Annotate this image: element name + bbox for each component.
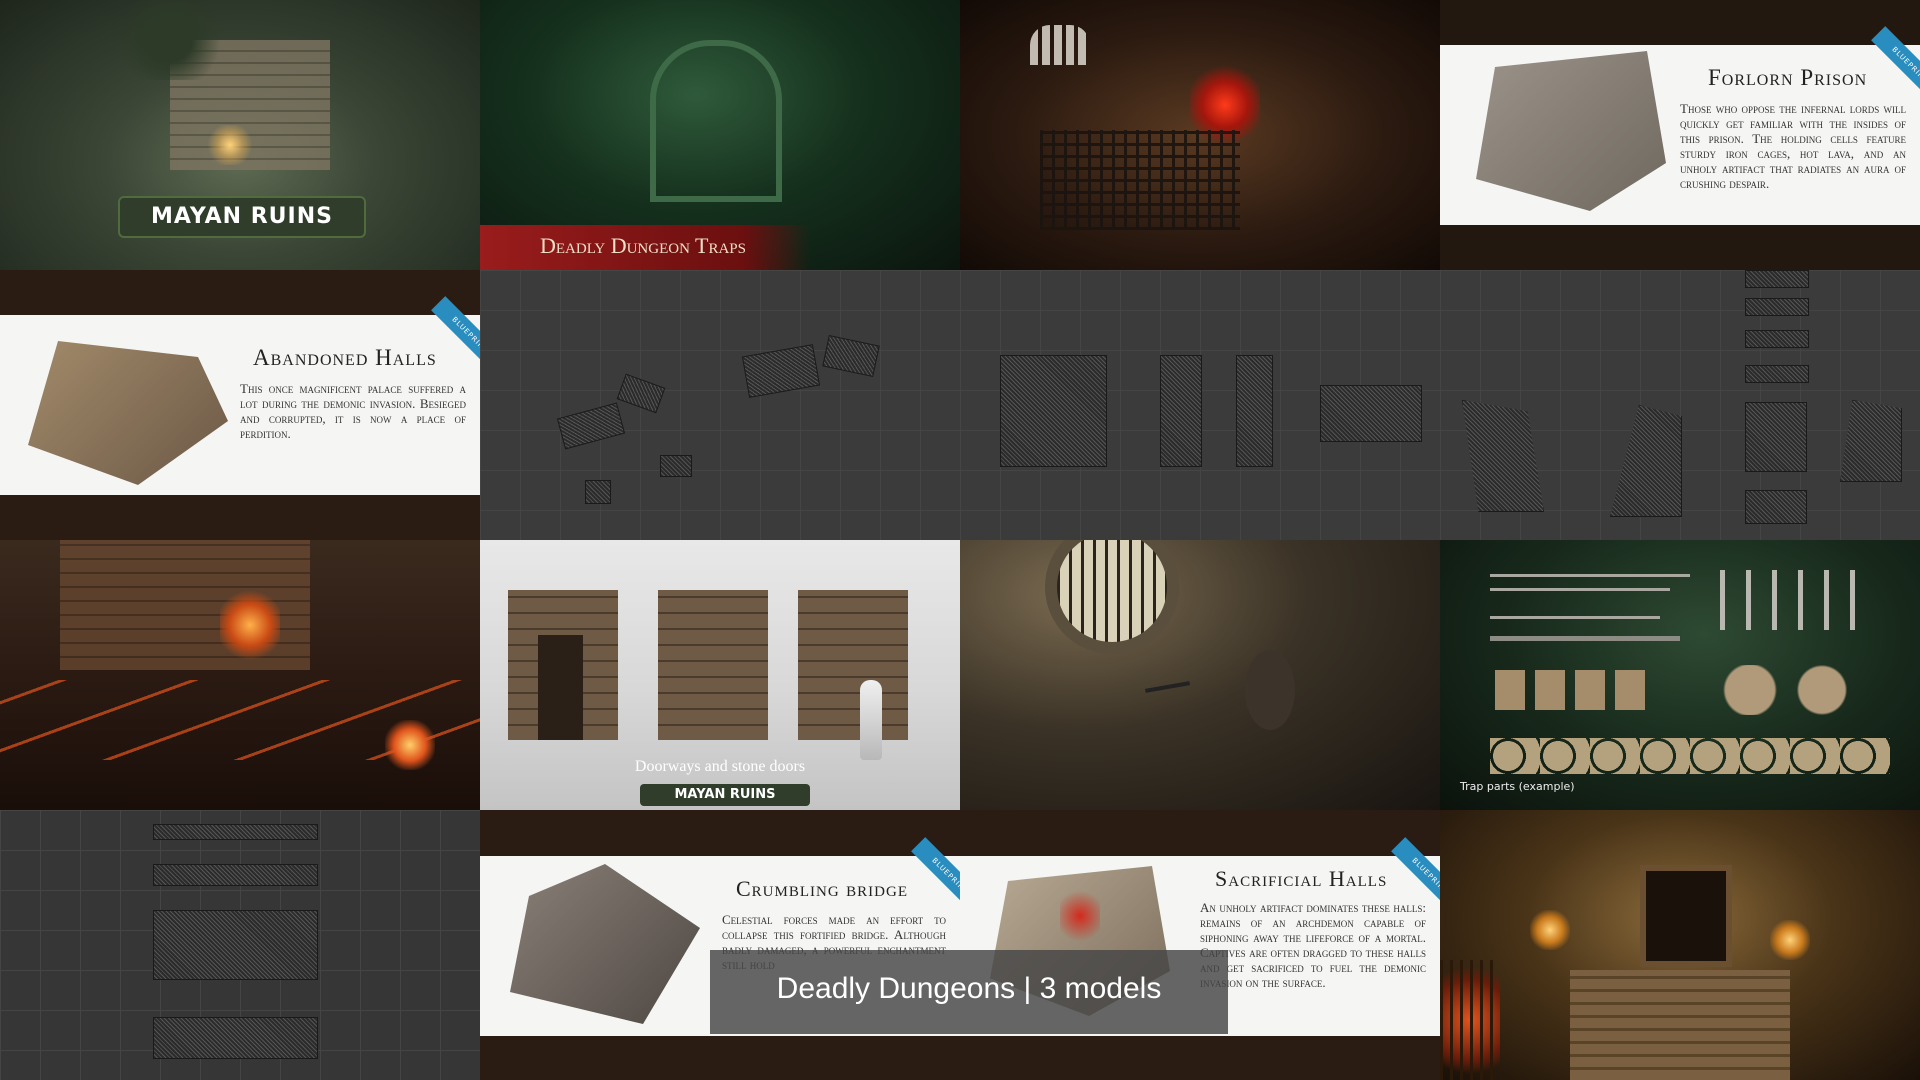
tile-parts-wireframe[interactable]	[1440, 270, 1920, 540]
arched-windows	[1030, 25, 1090, 65]
slab-piece	[153, 910, 318, 980]
tile-prison-interior[interactable]	[960, 0, 1440, 270]
rubble-piece	[585, 480, 611, 504]
palm-tree	[110, 0, 230, 80]
sacrificial-red-glow	[1060, 886, 1100, 946]
slab-piece	[1745, 365, 1809, 383]
broken-column-piece	[1610, 405, 1682, 517]
slab-piece	[1745, 330, 1809, 348]
stone-block-parts	[1495, 670, 1655, 710]
wall-pillar-piece	[1160, 355, 1202, 467]
tile-walls-wireframe[interactable]	[960, 270, 1440, 540]
wall-rubble-piece	[1320, 385, 1422, 442]
carved-door	[650, 40, 782, 202]
blade-parts	[1720, 570, 1870, 630]
stone-stairs	[1570, 970, 1790, 1080]
rubble-piece	[660, 455, 692, 477]
disc-parts	[1490, 738, 1890, 774]
forlorn-prison-title: Forlorn Prison	[1708, 65, 1868, 90]
overlay-title: Deadly Dungeons | 3 models	[776, 972, 1162, 1005]
abandoned-halls-title: Abandoned Halls	[253, 345, 437, 370]
cage-fire	[1440, 960, 1500, 1080]
stone-doorway	[798, 590, 908, 740]
tile-dungeon-traps[interactable]: Deadly Dungeon Traps	[480, 0, 960, 270]
brazier-fire	[385, 720, 435, 770]
spear-part	[1490, 574, 1690, 577]
forlorn-prison-card: BLUEPRINT Forlorn Prison Those who oppos…	[1440, 26, 1920, 225]
stone-doorway	[658, 590, 768, 740]
iron-grate	[1040, 130, 1240, 230]
block-piece	[1745, 402, 1807, 472]
tile-mayan-ruins[interactable]: MAYAN RUINS	[0, 0, 480, 270]
hall-doorway	[1640, 865, 1732, 967]
rubble-piece	[741, 344, 821, 398]
sacrificial-halls-text: An unholy artifact dominates these halls…	[1200, 900, 1426, 990]
mechanism-parts	[1710, 665, 1870, 715]
left-brazier	[1530, 910, 1570, 950]
tile-lava-courtyard[interactable]	[0, 540, 480, 810]
prison-model-thumbnail	[1476, 51, 1666, 211]
traps-banner-text: Deadly Dungeon Traps	[540, 233, 746, 258]
doorway-fire	[220, 590, 280, 660]
crumbling-bridge-title: Crumbling bridge	[736, 876, 909, 901]
sacrificial-halls-title: Sacrificial Halls	[1215, 866, 1388, 891]
tile-trap-corridor[interactable]	[960, 540, 1440, 810]
slab-piece	[1745, 298, 1809, 316]
doorways-logo-text: MAYAN RUINS	[674, 787, 776, 802]
block-piece	[1745, 490, 1807, 524]
doorways-logo: MAYAN RUINS	[640, 784, 810, 806]
tile-throne-hall[interactable]	[1440, 810, 1920, 1080]
tile-forlorn-prison[interactable]: BLUEPRINT Forlorn Prison Those who oppos…	[1440, 0, 1920, 270]
mayan-logo-text: MAYAN RUINS	[151, 204, 333, 229]
tile-crumbling-bridge[interactable]: BLUEPRINT Crumbling bridge Celestial for…	[480, 810, 960, 1080]
trap-parts-caption: Trap parts (example)	[1460, 780, 1575, 793]
broken-column-piece	[1462, 400, 1544, 512]
forlorn-prison-text: Those who oppose the infernal lords will…	[1680, 101, 1906, 191]
abandoned-halls-text: This once magnificent palace suffered a …	[240, 381, 466, 441]
tile-sacrificial-halls[interactable]: BLUEPRINT Sacrificial Halls An unholy ar…	[960, 810, 1440, 1080]
spear-part	[1490, 588, 1670, 591]
stone-wheel	[1245, 650, 1295, 730]
right-brazier	[1770, 920, 1810, 960]
wall-arch-piece	[1000, 355, 1107, 467]
halls-model-thumbnail	[28, 341, 228, 485]
mannequin	[860, 680, 882, 760]
slab-piece	[153, 1017, 318, 1059]
tile-abandoned-halls[interactable]: BLUEPRINT Abandoned Halls This once magn…	[0, 270, 480, 540]
tile-trap-parts[interactable]: Trap parts (example)	[1440, 540, 1920, 810]
doorways-caption: Doorways and stone doors	[634, 758, 806, 775]
torch-glow	[205, 125, 255, 165]
rubble-piece	[556, 402, 626, 450]
spiked-bar-part	[1490, 636, 1680, 641]
doorway-opening	[538, 635, 583, 740]
mayan-logo: MAYAN RUINS	[118, 196, 366, 238]
rubble-piece	[616, 373, 666, 414]
slab-piece	[153, 864, 318, 886]
rubble-piece	[822, 334, 880, 378]
wall-pillar-piece	[1236, 355, 1273, 467]
title-overlay: Deadly Dungeons | 3 models	[710, 950, 1228, 1034]
abandoned-halls-card: BLUEPRINT Abandoned Halls This once magn…	[0, 296, 480, 495]
broken-column-piece	[1840, 400, 1902, 482]
spear-part	[1490, 616, 1660, 619]
tile-slabs-wireframe[interactable]	[0, 810, 480, 1080]
tile-rubble-wireframe[interactable]	[480, 270, 960, 540]
tile-doorways[interactable]: Doorways and stone doors MAYAN RUINS	[480, 540, 960, 810]
slab-piece	[153, 824, 318, 840]
bridge-model-thumbnail	[510, 864, 700, 1024]
slab-piece	[1745, 270, 1809, 288]
